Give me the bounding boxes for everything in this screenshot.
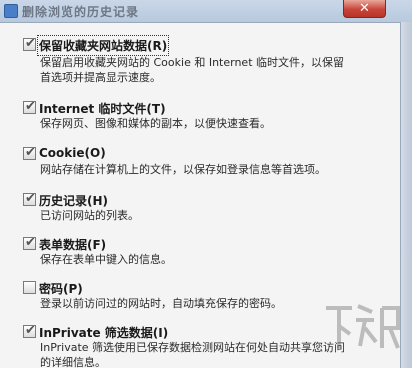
preserve-favorites-description: 保留启用收藏夹网站的 Cookie 和 Internet 临时文件，以保留 首选…	[40, 56, 344, 84]
checkmark-icon: ✔	[25, 36, 36, 51]
checkmark-icon: ✔	[25, 191, 36, 206]
temporary-files-description: 保存网页、图像和媒体的副本，以便快速查看。	[40, 117, 271, 130]
close-button[interactable]: ✕	[343, 0, 386, 18]
ie-icon	[4, 4, 18, 18]
cookies-checkbox[interactable]: ✔	[23, 145, 36, 160]
form-data-label[interactable]: 表单数据(F)	[39, 236, 106, 253]
form-data-description: 保存在表单中键入的信息。	[40, 253, 172, 266]
inprivate-filtering-checkbox[interactable]: ✔	[23, 323, 36, 338]
temporary-files-checkbox[interactable]: ✔	[23, 99, 36, 114]
preserve-favorites-label[interactable]: 保留收藏夹网站数据(R)	[36, 35, 170, 56]
preserve-favorites-checkbox[interactable]: ✔	[23, 36, 36, 51]
checkmark-icon: ✔	[25, 235, 36, 250]
cookies-label[interactable]: Cookie(O)	[39, 146, 106, 160]
checkmark-icon: ✔	[25, 99, 36, 114]
inprivate-filtering-label[interactable]: InPrivate 筛选数据(I)	[39, 324, 168, 341]
delete-browsing-history-dialog: 删除浏览的历史记录 ✕ ✔ 保留收藏夹网站数据(R) 保留启用收藏夹网站的 Co…	[0, 0, 412, 368]
history-description: 已访问网站的列表。	[40, 209, 139, 222]
history-label[interactable]: 历史记录(H)	[39, 192, 108, 209]
history-checkbox[interactable]: ✔	[23, 191, 36, 206]
window-title: 删除浏览的历史记录	[22, 5, 140, 19]
passwords-label[interactable]: 密码(P)	[39, 280, 83, 297]
checkmark-icon: ✔	[25, 145, 36, 160]
passwords-checkbox[interactable]	[23, 281, 36, 294]
checkmark-icon: ✔	[25, 323, 36, 338]
title-bar[interactable]: 删除浏览的历史记录 ✕	[0, 0, 412, 23]
cookies-description: 网站存储在计算机上的文件，以保存如登录信息等首选项。	[40, 163, 326, 176]
form-data-checkbox[interactable]: ✔	[23, 235, 36, 250]
temporary-files-label[interactable]: Internet 临时文件(T)	[39, 100, 166, 117]
watermark-logo	[326, 304, 400, 349]
